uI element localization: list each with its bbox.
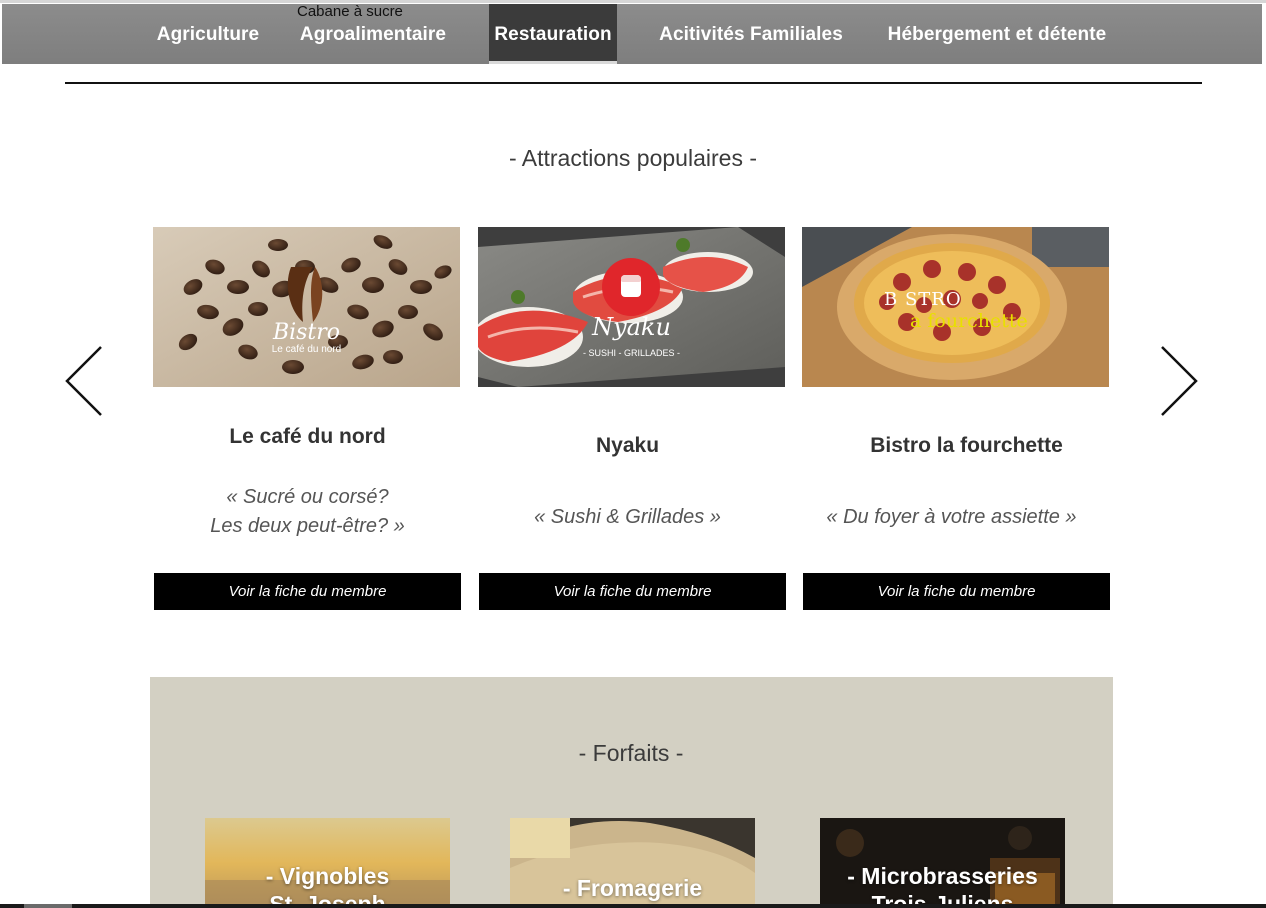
divider (65, 82, 1202, 84)
forfait-label-line-1: - Microbrasseries (847, 863, 1038, 889)
forfait-label-line-1: - Vignobles (265, 863, 390, 889)
top-strip (0, 0, 1266, 3)
carousel-next-arrow-icon[interactable] (1159, 345, 1199, 417)
card-logo-text: Bistro (272, 320, 341, 345)
forfait-card-microbrasseries[interactable]: - Microbrasseries Trois-Juliens (820, 818, 1065, 908)
view-member-button[interactable]: Voir la fiche du membre (479, 573, 786, 610)
card-quote-line-1: « Du foyer à votre assiette » (826, 506, 1077, 528)
card-quote-line-2: Les deux peut-être? » (210, 515, 405, 537)
carousel-prev-arrow-icon[interactable] (64, 345, 104, 417)
card-quote-line-1: « Sucré ou corsé? (226, 486, 389, 508)
forfaits-title: - Forfaits - (578, 740, 684, 766)
view-member-button[interactable]: Voir la fiche du membre (803, 573, 1110, 610)
view-member-button[interactable]: Voir la fiche du membre (154, 573, 461, 610)
attractions-title: - Attractions populaires - (508, 145, 757, 171)
main-nav: Agriculture Agroalimentaire Restauration… (2, 4, 1262, 64)
forfait-label-line-1: - Fromagerie (562, 875, 703, 901)
card-quote-line-1: « Sushi & Grillades » (534, 506, 721, 528)
nav-item-activites-familiales[interactable]: Acitivités Familiales (658, 4, 844, 64)
nav-item-restauration[interactable]: Restauration (489, 4, 617, 64)
card-logo-subtext: - SUSHI - GRILLADES - (582, 348, 681, 358)
card-logo-subtext: Le café du nord (271, 344, 342, 355)
forfait-card-fromagerie[interactable]: - Fromagerie (510, 818, 755, 908)
nav-item-hebergement[interactable]: Hébergement et détente (886, 4, 1108, 64)
card-title: Bistro la fourchette (870, 434, 1063, 457)
card-logo-text: Nyaku (592, 313, 671, 341)
forfait-card-vignobles[interactable]: - Vignobles St. Joseph (205, 818, 450, 908)
nav-dropdown-item-cabane-a-sucre[interactable]: Cabane à sucre (297, 3, 403, 20)
card-image-bistro-la-fourchette[interactable]: B STRO a fourchette (802, 227, 1109, 387)
horizontal-scrollbar[interactable] (0, 904, 1266, 908)
card-logo-subtext: a fourchette (910, 310, 1028, 332)
card-title: Nyaku (595, 434, 660, 457)
card-title: Le café du nord (229, 425, 386, 448)
scrollbar-thumb[interactable] (24, 904, 72, 908)
card-logo-text: B STRO (884, 289, 962, 310)
card-image-nyaku[interactable]: Nyaku - SUSHI - GRILLADES - (478, 227, 785, 387)
card-image-cafe-du-nord[interactable]: Bistro Le café du nord (153, 227, 460, 387)
nav-item-agriculture[interactable]: Agriculture (154, 4, 262, 64)
sushi-logo-icon (602, 258, 660, 316)
